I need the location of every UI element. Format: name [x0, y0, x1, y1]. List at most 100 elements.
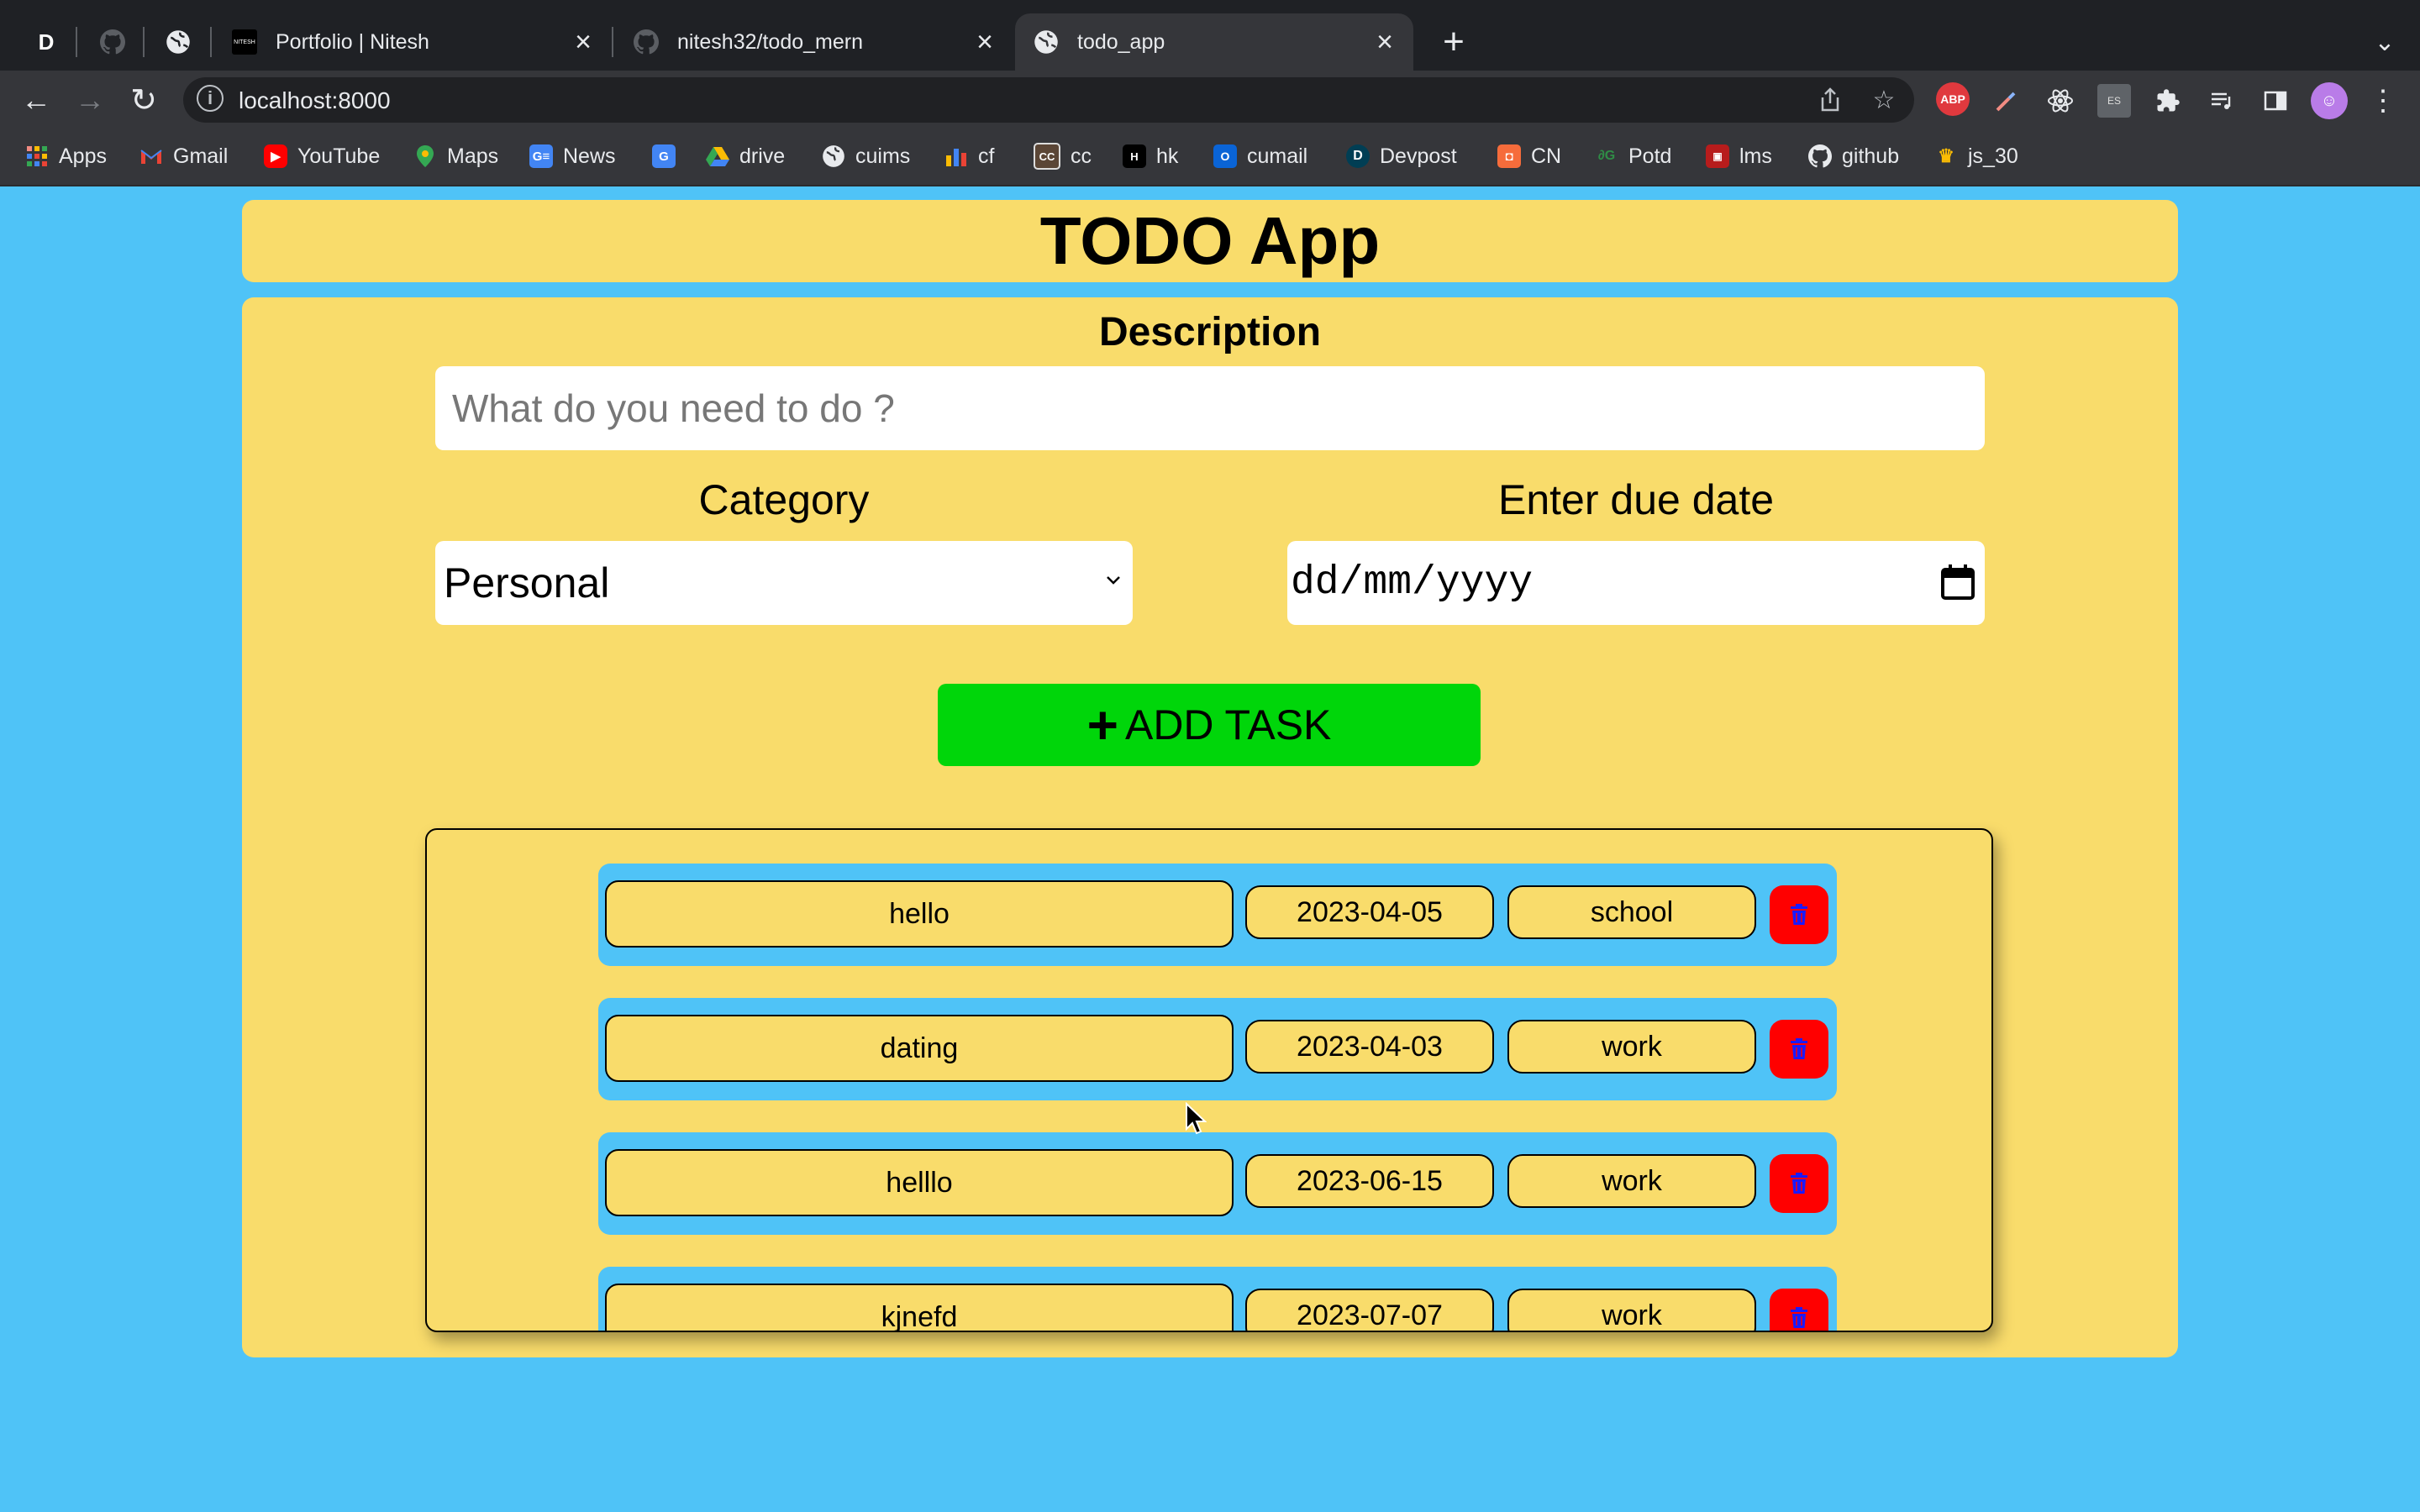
app-title: TODO App	[1039, 203, 1381, 278]
lms-icon: ▣	[1706, 144, 1729, 168]
bookmark-drive[interactable]: drive	[706, 139, 785, 173]
bookmark-hk[interactable]: H hk	[1123, 139, 1178, 173]
category-select[interactable]: Personal	[435, 541, 1133, 625]
bookmark-apps[interactable]: Apps	[25, 139, 107, 173]
pinned-tab-github[interactable]	[92, 22, 133, 62]
bookmark-label: Maps	[447, 144, 499, 168]
bookmark-label: Devpost	[1380, 144, 1457, 168]
task-title: kjnefd	[605, 1284, 1234, 1331]
task-category: school	[1507, 885, 1756, 939]
crown-icon: ♛	[1938, 145, 1954, 166]
forward-arrow-icon[interactable]: →	[69, 79, 111, 121]
bookmark-label: Gmail	[173, 144, 229, 168]
news-icon: G≡	[529, 144, 553, 168]
task-row: helllo 2023-06-15 work	[598, 1132, 1837, 1235]
pinned-tab-devpost[interactable]: D	[26, 22, 66, 62]
category-label: Category	[698, 476, 870, 523]
outlook-icon: O	[1213, 144, 1237, 168]
delete-task-button[interactable]	[1770, 1154, 1828, 1213]
address-url: localhost:8000	[239, 87, 391, 113]
tab-todo-app[interactable]: todo_app ×	[1015, 13, 1413, 71]
tab-separator	[210, 27, 212, 57]
share-icon[interactable]	[1815, 85, 1845, 115]
side-panel-icon[interactable]	[2259, 84, 2292, 118]
profile-avatar-icon[interactable]: ☺	[2311, 82, 2348, 119]
tab-separator	[76, 27, 77, 57]
reload-icon[interactable]: ↻	[123, 79, 165, 121]
delete-task-button[interactable]	[1770, 885, 1828, 944]
browser-menu-kebab-icon[interactable]: ⋮	[2366, 84, 2400, 118]
task-date: 2023-04-05	[1245, 885, 1494, 939]
media-queue-icon[interactable]	[2205, 84, 2238, 118]
bookmark-label: js_30	[1968, 144, 2018, 168]
calendar-icon[interactable]	[1939, 563, 1976, 601]
tab-portfolio[interactable]: NITESH Portfolio | Nitesh ×	[213, 13, 612, 71]
bookmark-cumail[interactable]: O cumail	[1213, 139, 1307, 173]
task-list[interactable]: hello 2023-04-05 school dating 2023-04-0…	[425, 828, 1993, 1332]
bookmark-translate[interactable]: G	[652, 139, 686, 173]
task-title: hello	[605, 880, 1234, 948]
back-arrow-icon[interactable]: ←	[15, 79, 57, 121]
bookmark-label: cumail	[1247, 144, 1308, 168]
add-task-button[interactable]: + ADD TASK	[938, 684, 1481, 766]
bookmark-label: News	[563, 144, 616, 168]
bookmark-lms[interactable]: ▣ lms	[1706, 139, 1772, 173]
adblock-icon[interactable]: ABP	[1936, 82, 1970, 116]
chevron-down-icon	[1101, 568, 1126, 593]
bookmark-label: github	[1842, 144, 1900, 168]
codingninjas-icon: ◘	[1497, 144, 1521, 168]
bookmark-label: hk	[1156, 144, 1179, 168]
bookmark-label: Potd	[1628, 144, 1672, 168]
bookmark-maps[interactable]: Maps	[413, 139, 498, 173]
tab-close-icon[interactable]: ×	[968, 25, 1002, 59]
task-date: 2023-07-07	[1245, 1289, 1494, 1331]
bookmark-news[interactable]: G≡ News	[529, 139, 616, 173]
bookmark-cc[interactable]: CC cc	[1034, 139, 1092, 173]
bookmark-cn[interactable]: ◘ CN	[1497, 139, 1561, 173]
maps-icon	[413, 144, 437, 168]
bookmark-cf[interactable]: cf	[944, 139, 994, 173]
new-tab-plus-icon[interactable]: +	[1434, 21, 1474, 62]
trash-icon	[1791, 1038, 1807, 1059]
bookmark-cuims[interactable]: cuims	[822, 139, 910, 173]
description-input[interactable]	[435, 366, 1985, 450]
due-date-input[interactable]: dd/mm/yyyy	[1287, 541, 1985, 625]
bookmark-github[interactable]: github	[1808, 139, 1899, 173]
delete-task-button[interactable]	[1770, 1289, 1828, 1331]
bookmark-gmail[interactable]: Gmail	[139, 139, 228, 173]
bookmark-js30[interactable]: ♛ js_30	[1934, 139, 2018, 173]
trash-icon	[1791, 1173, 1807, 1194]
color-picker-icon[interactable]	[1990, 84, 2023, 118]
due-date-label: Enter due date	[1497, 476, 1775, 523]
pinned-tab-globe[interactable]	[158, 22, 198, 62]
tab-close-icon[interactable]: ×	[566, 25, 600, 59]
category-value: Personal	[444, 559, 610, 606]
site-info-icon[interactable]: i	[197, 85, 224, 112]
tab-search-chevron-icon[interactable]: ⌄	[2365, 22, 2405, 62]
tab-separator	[612, 27, 613, 57]
bookmark-youtube[interactable]: ▶ YouTube	[264, 139, 380, 173]
address-bar[interactable]: i localhost:8000 ☆	[183, 77, 1914, 123]
bookmark-devpost[interactable]: D Devpost	[1346, 139, 1457, 173]
es-extension-icon[interactable]: ES	[2097, 84, 2131, 118]
tab-title: Portfolio | Nitesh	[276, 29, 429, 54]
bookmark-star-icon[interactable]: ☆	[1869, 85, 1899, 115]
pinned-tab-label: D	[38, 29, 55, 55]
task-category: work	[1507, 1289, 1756, 1331]
globe-icon	[822, 144, 845, 168]
bookmark-label: cc	[1071, 144, 1092, 168]
github-icon	[634, 29, 659, 55]
tab-todo-mern[interactable]: nitesh32/todo_mern ×	[615, 13, 1013, 71]
bookmark-label: cuims	[855, 144, 911, 168]
tab-title: nitesh32/todo_mern	[677, 29, 863, 54]
bookmark-label: CN	[1531, 144, 1562, 168]
delete-task-button[interactable]	[1770, 1020, 1828, 1079]
extensions-puzzle-icon[interactable]	[2151, 84, 2185, 118]
react-devtools-icon[interactable]	[2044, 84, 2077, 118]
tab-close-icon[interactable]: ×	[1368, 25, 1402, 59]
bookmark-potd[interactable]: ∂G Potd	[1595, 139, 1672, 173]
bookmark-label: YouTube	[297, 144, 381, 168]
globe-icon	[166, 30, 190, 54]
es-extension-label: ES	[2107, 95, 2121, 107]
devpost-icon: D	[1346, 144, 1370, 168]
